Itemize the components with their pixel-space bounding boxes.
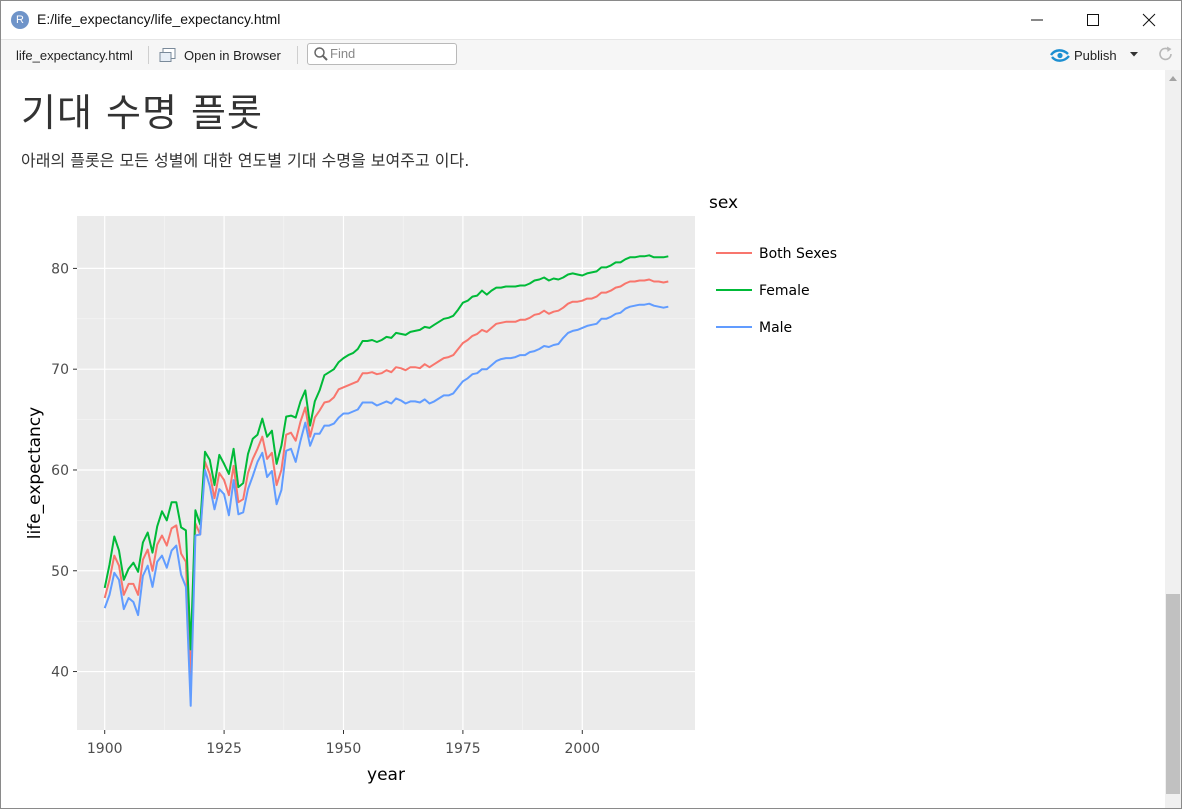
toolbar-divider [297, 46, 298, 64]
legend-label: Male [759, 320, 792, 336]
toolbar-divider [148, 46, 149, 64]
title-bar: R E:/life_expectancy/life_expectancy.htm… [1, 1, 1181, 39]
maximize-icon [1087, 14, 1099, 26]
x-axis-title: year [367, 765, 405, 785]
chevron-down-icon[interactable] [1130, 52, 1139, 58]
y-axis-title: life_expectancy [25, 407, 45, 539]
find-input[interactable] [330, 45, 450, 61]
y-tick-label: 80 [51, 261, 69, 277]
minimize-icon [1031, 19, 1043, 21]
x-tick-label: 2000 [564, 741, 600, 757]
y-tick-label: 50 [51, 564, 69, 580]
close-icon [1142, 13, 1156, 27]
minimize-button[interactable] [1009, 1, 1065, 39]
publish-icon [1050, 49, 1070, 62]
viewer-toolbar: life_expectancy.html Open in Browser Pub… [1, 39, 1181, 71]
y-tick-label: 40 [51, 665, 69, 681]
close-button[interactable] [1121, 1, 1177, 39]
x-tick-label: 1925 [206, 741, 242, 757]
y-tick-label: 70 [51, 362, 69, 378]
life-expectancy-chart: 1900 1925 1950 1975 2000 40 50 60 70 80 year life_e… [25, 193, 837, 785]
maximize-button[interactable] [1065, 1, 1121, 39]
y-tick-label: 60 [51, 463, 69, 479]
x-tick-label: 1950 [326, 741, 362, 757]
open-in-browser-button[interactable]: Open in Browser [184, 48, 281, 63]
search-icon [314, 47, 328, 61]
legend-label: Both Sexes [759, 246, 837, 262]
refresh-icon[interactable] [1157, 45, 1175, 63]
x-tick-label: 1975 [445, 741, 481, 757]
publish-button[interactable]: Publish [1074, 48, 1117, 63]
viewer-window: R E:/life_expectancy/life_expectancy.htm… [0, 0, 1182, 809]
scroll-thumb[interactable] [1166, 594, 1180, 794]
file-name-tab[interactable]: life_expectancy.html [16, 48, 133, 63]
open-in-browser-icon [159, 48, 176, 62]
window-title: E:/life_expectancy/life_expectancy.html [37, 11, 281, 27]
scroll-up-arrow-icon[interactable] [1169, 76, 1177, 81]
legend-label: Female [759, 283, 810, 299]
document-content: 기대 수명 플롯 아래의 플롯은 모든 성별에 대한 연도별 기대 수명을 보여… [1, 70, 1165, 808]
legend-title: sex [709, 193, 738, 213]
find-box[interactable] [307, 43, 457, 65]
vertical-scrollbar[interactable] [1165, 70, 1181, 808]
x-tick-label: 1900 [87, 741, 123, 757]
r-app-icon: R [11, 11, 29, 29]
